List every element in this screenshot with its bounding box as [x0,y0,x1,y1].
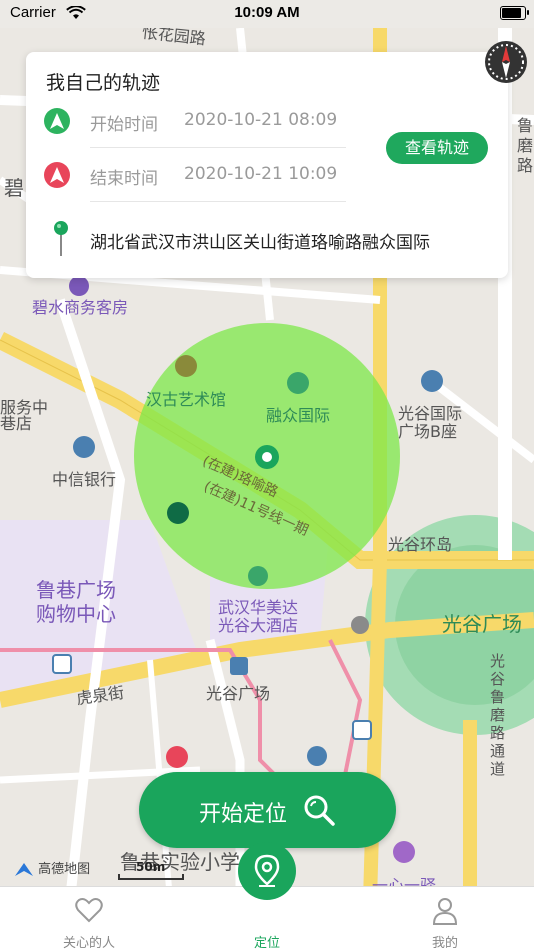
heart-icon [75,897,103,927]
map-label: 中信银行 [52,470,117,489]
compass-icon[interactable] [484,40,528,84]
search-icon [303,794,335,829]
map-label: 广场B座 [398,422,457,441]
tab-mine[interactable]: 我的 [356,887,534,951]
start-locating-button[interactable]: 开始定位 [139,772,396,848]
scale-bar [118,874,184,880]
start-time-label: 开始时间 [90,115,158,135]
map-label: 一心一驿 [372,876,437,886]
map-pin-icon [54,220,68,260]
clock: 10:09 AM [234,4,300,21]
address-text: 湖北省武汉市洪山区关山街道珞喻路融众国际 [90,233,430,253]
end-time-label: 结束时间 [90,169,158,189]
start-time-row: 开始时间 2020-10-21 08:09 [44,106,384,136]
scale-label: 50m [136,860,166,874]
map-label: 碧 [4,176,24,200]
locate-tab-icon[interactable] [238,842,296,900]
divider [90,147,346,148]
tab-label: 我的 [431,936,458,951]
tab-care-people[interactable]: 关心的人 [0,887,178,951]
battery-icon [500,6,529,20]
map-label: 购物中心 [36,602,116,626]
map-label: 碧水商务客房 [32,298,129,317]
end-time-value: 2020-10-21 10:09 [184,164,338,184]
divider [90,201,346,202]
start-locating-label: 开始定位 [199,802,288,827]
map-label: 巷店 [0,414,33,433]
map-label: 光谷大酒店 [218,616,299,635]
start-arrow-icon [44,108,70,134]
start-time-value: 2020-10-21 08:09 [184,110,338,130]
location-pin-icon [254,854,280,887]
map-provider-label: 高德地图 [38,862,91,877]
end-time-row: 结束时间 2020-10-21 10:09 [44,160,384,190]
map-label: 鲁磨路 [517,116,534,175]
map-label: 光谷广场 [206,684,271,703]
address-row: 湖北省武汉市洪山区关山街道珞喻路融众国际 [54,220,504,256]
map-label: 光谷广场 [442,612,522,636]
map-provider-logo: 高德地图 [14,858,90,878]
status-bar: Carrier 10:09 AM [0,0,534,28]
person-icon [431,897,459,929]
view-track-button[interactable]: 查看轨迹 [386,132,488,164]
map-label: 光谷鲁磨路通道 [490,652,506,778]
end-arrow-icon [44,162,70,188]
map-label: 光谷环岛 [388,535,453,554]
tab-label: 定位 [253,936,280,951]
track-info-card: 我自己的轨迹 开始时间 2020-10-21 08:09 结束时间 2020-1… [26,52,508,278]
tab-label: 关心的人 [62,936,115,951]
map-label: 汉古艺术馆 [146,390,227,409]
map-label: 融众国际 [266,406,331,425]
card-title: 我自己的轨迹 [46,72,161,94]
